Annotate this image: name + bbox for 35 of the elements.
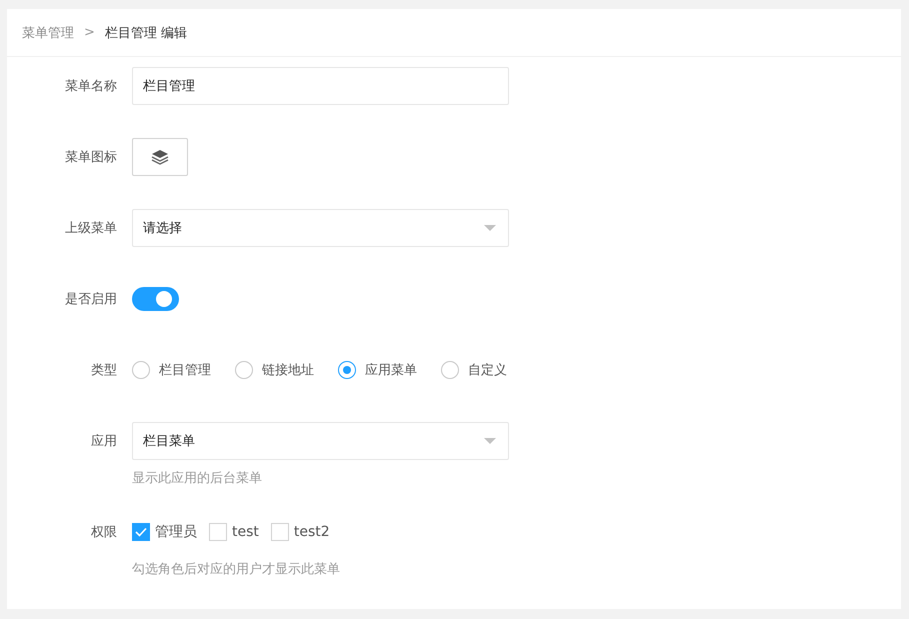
field-label: 应用 bbox=[91, 433, 117, 450]
checkbox-option[interactable]: test bbox=[209, 523, 259, 541]
radio-option[interactable]: 自定义 bbox=[441, 361, 507, 379]
help-text: 勾选角色后对应的用户才显示此菜单 bbox=[132, 561, 341, 579]
radio-button[interactable] bbox=[338, 361, 356, 379]
caret-icon bbox=[484, 225, 496, 231]
checkbox[interactable] bbox=[132, 523, 150, 541]
checkmark-icon bbox=[135, 527, 147, 537]
breadcrumb-separator: > bbox=[84, 25, 95, 40]
breadcrumb-current: 栏目管理 编辑 bbox=[104, 24, 188, 42]
select-field[interactable]: 请选择 bbox=[132, 209, 509, 247]
layers-icon bbox=[151, 149, 169, 165]
field-label: 菜单图标 bbox=[65, 149, 117, 166]
radio-button[interactable] bbox=[235, 361, 253, 379]
checkbox[interactable] bbox=[209, 523, 227, 541]
breadcrumb-link[interactable]: 菜单管理 bbox=[22, 24, 74, 42]
checkbox[interactable] bbox=[270, 523, 289, 541]
radio-button[interactable] bbox=[132, 361, 150, 379]
radio-option[interactable]: 链接地址 bbox=[235, 361, 314, 379]
radio-option[interactable]: 栏目管理 bbox=[132, 361, 211, 379]
radio-option[interactable]: 应用菜单 bbox=[338, 361, 417, 379]
help-text: 显示此应用的后台菜单 bbox=[132, 470, 263, 488]
field-label: 是否启用 bbox=[65, 291, 117, 308]
field-label: 上级菜单 bbox=[65, 220, 117, 237]
checkbox-option[interactable]: 管理员 bbox=[132, 523, 197, 541]
toggle-switch[interactable] bbox=[132, 287, 179, 311]
field-label: 菜单名称 bbox=[65, 78, 117, 95]
radio-button[interactable] bbox=[441, 361, 459, 379]
field-label: 类型 bbox=[91, 362, 117, 379]
input-field[interactable]: 栏目管理 bbox=[132, 67, 509, 105]
field-label: 权限 bbox=[91, 524, 117, 541]
icon-picker-button[interactable] bbox=[132, 138, 188, 176]
checkbox-option[interactable]: test2 bbox=[270, 523, 330, 541]
select-field[interactable]: 栏目菜单 bbox=[132, 422, 509, 460]
caret-icon bbox=[484, 438, 496, 444]
